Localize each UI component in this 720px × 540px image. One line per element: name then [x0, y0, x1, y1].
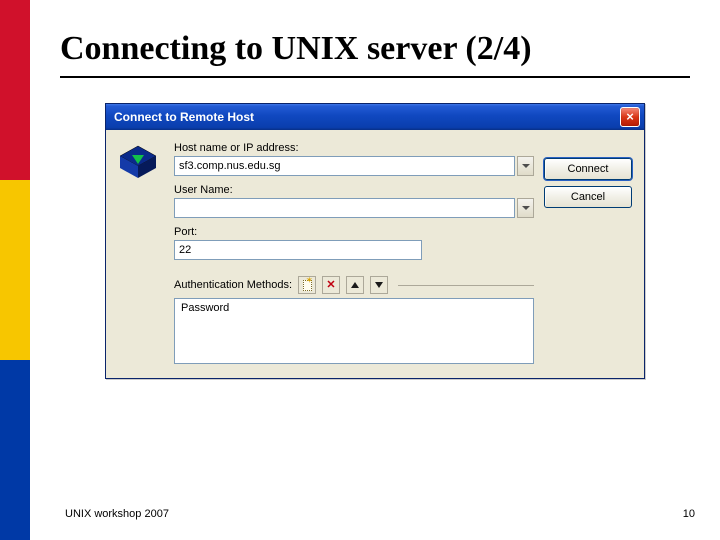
auth-separator [398, 285, 534, 286]
title-rule [60, 76, 690, 78]
host-input[interactable] [174, 156, 515, 176]
host-dropdown-icon[interactable] [517, 156, 534, 176]
dialog-titlebar[interactable]: Connect to Remote Host × [106, 104, 644, 130]
add-method-icon[interactable] [298, 276, 316, 294]
username-input[interactable] [174, 198, 515, 218]
host-label: Host name or IP address: [174, 142, 534, 154]
user-label: User Name: [174, 184, 534, 196]
page-number: 10 [683, 508, 695, 520]
page-title: Connecting to UNIX server (2/4) [60, 30, 690, 68]
list-item[interactable]: Password [179, 301, 529, 315]
close-icon[interactable]: × [620, 107, 640, 127]
move-down-icon[interactable] [370, 276, 388, 294]
auth-methods-list[interactable]: Password [174, 298, 534, 364]
dialog-title-text: Connect to Remote Host [114, 110, 620, 124]
connect-dialog: Connect to Remote Host × Host name or IP… [105, 103, 645, 379]
port-label: Port: [174, 226, 534, 238]
port-input[interactable] [174, 240, 422, 260]
auth-label: Authentication Methods: [174, 279, 292, 291]
move-up-icon[interactable] [346, 276, 364, 294]
cancel-button[interactable]: Cancel [544, 186, 632, 208]
app-logo-icon [118, 144, 158, 180]
connect-button[interactable]: Connect [544, 158, 632, 180]
remove-method-icon[interactable]: ✕ [322, 276, 340, 294]
user-dropdown-icon[interactable] [517, 198, 534, 218]
footer-left-text: UNIX workshop 2007 [65, 508, 169, 520]
